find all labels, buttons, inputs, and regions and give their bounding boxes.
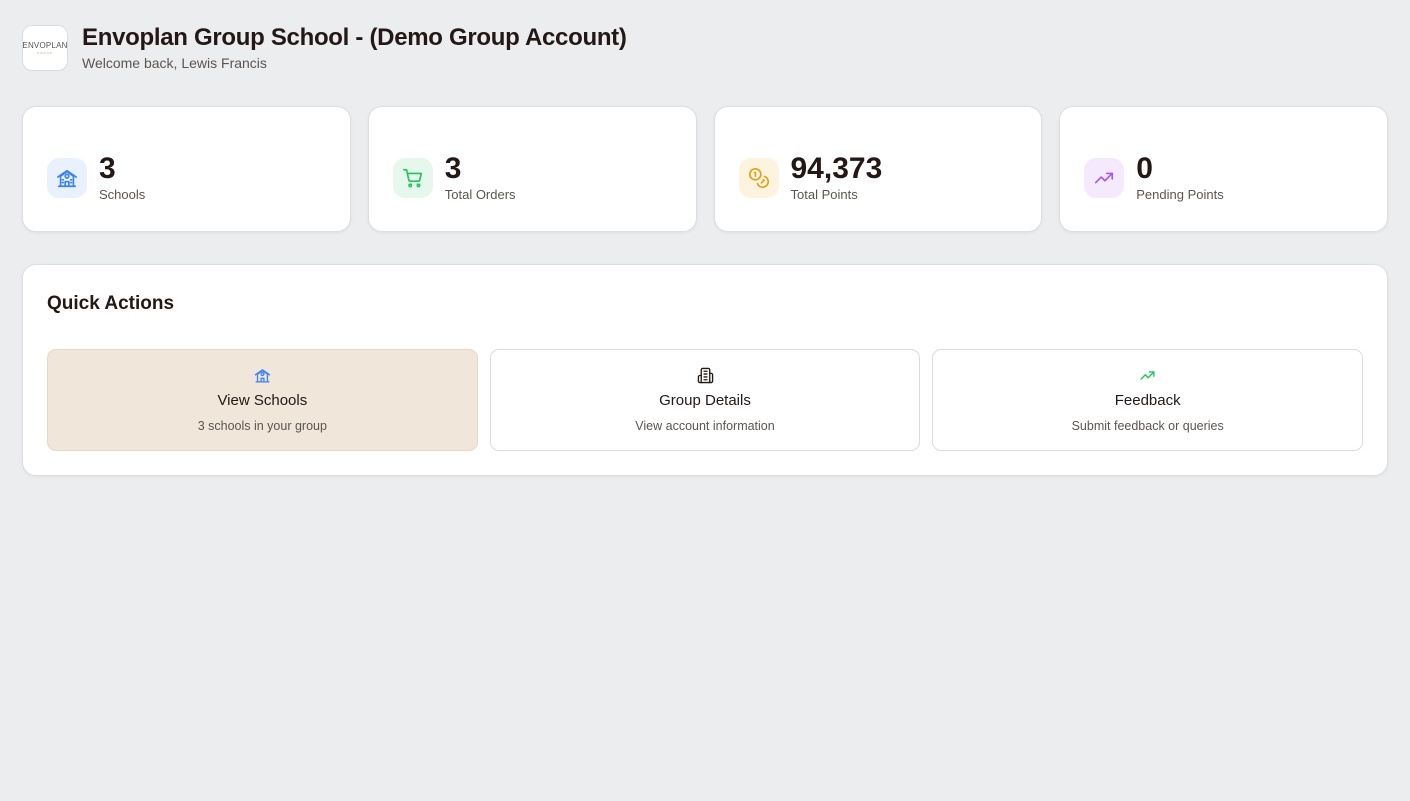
quick-actions-panel: Quick Actions View Schools 3 schools in … <box>22 264 1388 476</box>
school-icon <box>57 169 77 188</box>
group-details-button[interactable]: Group Details View account information <box>489 349 921 451</box>
logo-wordmark: ENVOPLAN <box>22 41 68 50</box>
quick-actions-list: View Schools 3 schools in your group Gro… <box>47 349 1364 451</box>
stat-value-total-orders: 3 <box>444 152 462 185</box>
stat-icon-wrap <box>392 158 433 198</box>
page-header: ENVOPLAN GROUP Envoplan Group School - (… <box>22 24 627 72</box>
stat-card-total-orders: 3 Total Orders <box>367 106 697 232</box>
feedback-label: Feedback <box>1114 392 1181 409</box>
view-schools-description: 3 schools in your group <box>197 419 327 433</box>
stat-text: 3 Schools <box>99 153 145 203</box>
qa-icon-wrap <box>696 366 714 384</box>
qa-icon-wrap <box>253 366 271 384</box>
stat-value-schools: 3 <box>99 152 116 185</box>
stat-label-total-orders: Total Orders <box>444 187 516 202</box>
stat-card-pending-points: 0 Pending Points <box>1059 106 1388 232</box>
stat-label-total-points: Total Points <box>790 187 858 202</box>
welcome-message: Welcome back, Lewis Francis <box>82 55 267 71</box>
stat-text: 0 Pending Points <box>1136 153 1223 203</box>
stat-icon-wrap <box>738 158 779 198</box>
view-schools-label: View Schools <box>217 392 308 409</box>
logo-subtext: GROUP <box>36 51 53 55</box>
stat-text: 94,373 Total Points <box>791 153 883 203</box>
stat-value-total-points: 94,373 <box>790 152 883 185</box>
building-icon <box>697 367 713 383</box>
view-schools-button[interactable]: View Schools 3 schools in your group <box>47 349 478 451</box>
quick-actions-title: Quick Actions <box>47 293 175 314</box>
stats-row: 3 Schools 3 Total Orders 94,373 Total Po… <box>22 106 1388 232</box>
stat-card-schools: 3 Schools <box>22 106 351 232</box>
feedback-description: Submit feedback or queries <box>1071 419 1224 433</box>
stat-text: 3 Total Orders <box>445 153 516 203</box>
trending-up-icon <box>1140 370 1155 380</box>
qa-icon-wrap <box>1139 366 1157 384</box>
header-text: Envoplan Group School - (Demo Group Acco… <box>82 24 627 72</box>
stat-label-schools: Schools <box>99 187 146 202</box>
company-logo[interactable]: ENVOPLAN GROUP <box>22 25 68 71</box>
school-icon <box>254 368 271 383</box>
stat-value-pending-points: 0 <box>1136 152 1153 185</box>
stat-icon-wrap <box>1084 158 1125 198</box>
coins-icon <box>748 168 769 188</box>
cart-icon <box>402 168 422 188</box>
feedback-button[interactable]: Feedback Submit feedback or queries <box>932 349 1364 451</box>
group-details-label: Group Details <box>659 392 751 409</box>
stat-card-total-points: 94,373 Total Points <box>713 106 1043 232</box>
page-title: Envoplan Group School - (Demo Group Acco… <box>82 24 627 51</box>
group-details-description: View account information <box>635 419 775 433</box>
stat-label-pending-points: Pending Points <box>1136 187 1224 202</box>
stat-icon-wrap <box>47 158 87 198</box>
trending-up-icon <box>1095 172 1114 184</box>
